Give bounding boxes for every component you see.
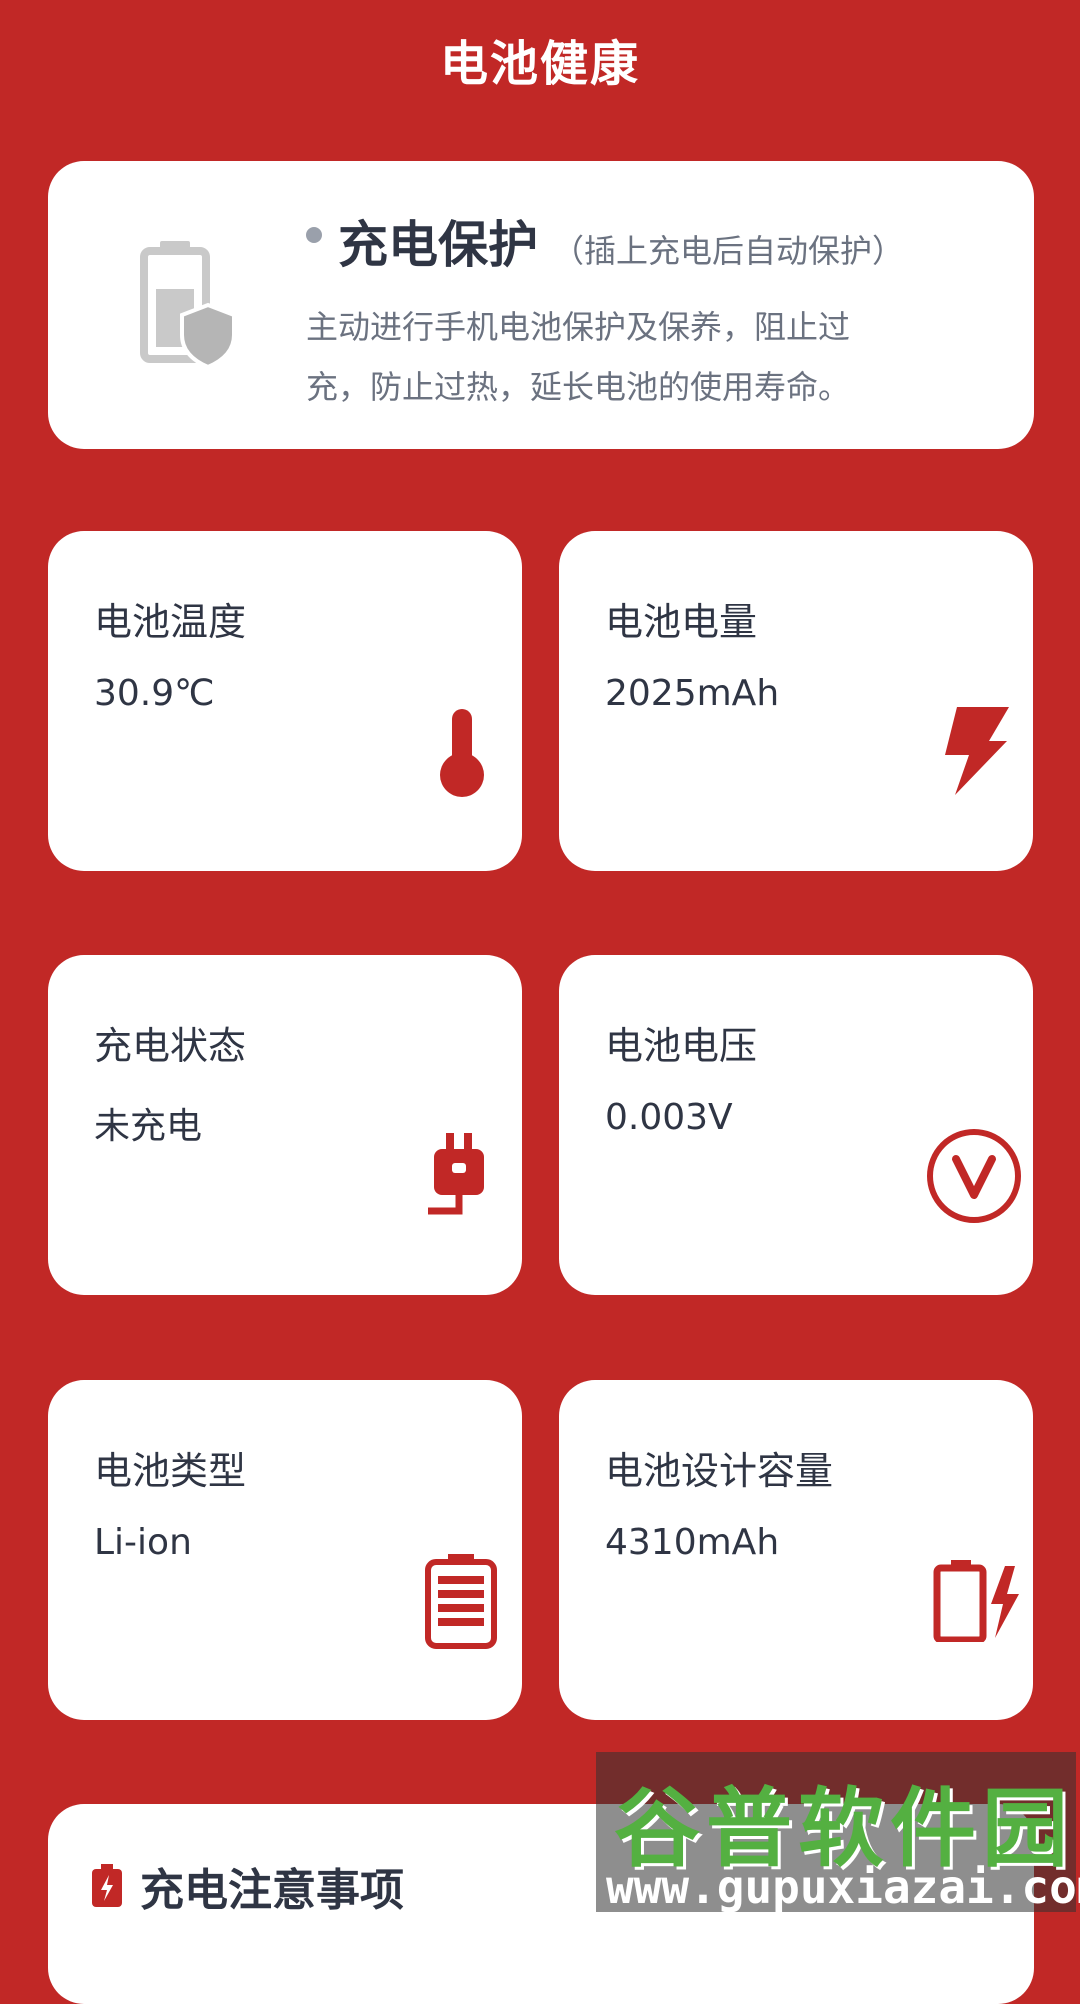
voltage-icon — [927, 1129, 1021, 1223]
stat-label: 充电状态 — [94, 1024, 247, 1068]
stat-value: Li-ion — [94, 1522, 192, 1563]
stat-label: 电池设计容量 — [605, 1449, 834, 1493]
lightning-icon — [945, 707, 1009, 795]
protection-subtitle: （插上充电后自动保护） — [552, 232, 905, 270]
bullet-dot — [306, 227, 322, 243]
stat-value: 2025mAh — [605, 673, 780, 714]
protection-title: 充电保护 — [338, 216, 538, 274]
battery-type-card[interactable]: 电池类型 Li-ion — [48, 1380, 522, 1720]
protection-description: 主动进行手机电池保护及保养，阻止过 充，防止过热，延长电池的使用寿命。 — [306, 297, 946, 417]
watermark-url: www.gupuxiazai.com — [606, 1860, 1080, 1914]
charging-battery-small-icon — [92, 1864, 122, 1907]
stat-label: 电池类型 — [94, 1449, 247, 1493]
plug-icon — [428, 1133, 484, 1215]
watermark: 谷普软件园 www.gupuxiazai.com — [596, 1752, 1080, 1914]
stat-label: 电池电量 — [605, 600, 758, 644]
stat-value: 4310mAh — [605, 1522, 780, 1563]
battery-full-icon — [425, 1554, 497, 1649]
battery-voltage-card[interactable]: 电池电压 0.003V — [559, 955, 1033, 1295]
stat-label: 电池温度 — [94, 600, 247, 644]
battery-shield-icon — [140, 241, 236, 369]
protection-heading: 充电保护 （插上充电后自动保护） — [338, 205, 904, 277]
battery-charging-icon — [933, 1560, 1019, 1642]
battery-charge-card[interactable]: 电池电量 2025mAh — [559, 531, 1033, 871]
page-title: 电池健康 — [439, 36, 640, 92]
thermometer-icon — [440, 709, 484, 797]
stat-value: 0.003V — [605, 1097, 733, 1138]
stat-label: 电池电压 — [605, 1024, 758, 1068]
stat-value: 30.9℃ — [94, 673, 215, 714]
notes-title: 充电注意事项 — [140, 1865, 404, 1916]
stat-value: 未充电 — [94, 1106, 203, 1147]
battery-temperature-card[interactable]: 电池温度 30.9℃ — [48, 531, 522, 871]
protection-desc-line1: 主动进行手机电池保护及保养，阻止过 — [306, 308, 851, 346]
protection-desc-line2: 充，防止过热，延长电池的使用寿命。 — [306, 368, 851, 406]
battery-design-capacity-card[interactable]: 电池设计容量 4310mAh — [559, 1380, 1033, 1720]
charge-protection-card[interactable]: 充电保护 （插上充电后自动保护） 主动进行手机电池保护及保养，阻止过 充，防止过热… — [48, 161, 1034, 449]
charging-status-card[interactable]: 充电状态 未充电 — [48, 955, 522, 1295]
